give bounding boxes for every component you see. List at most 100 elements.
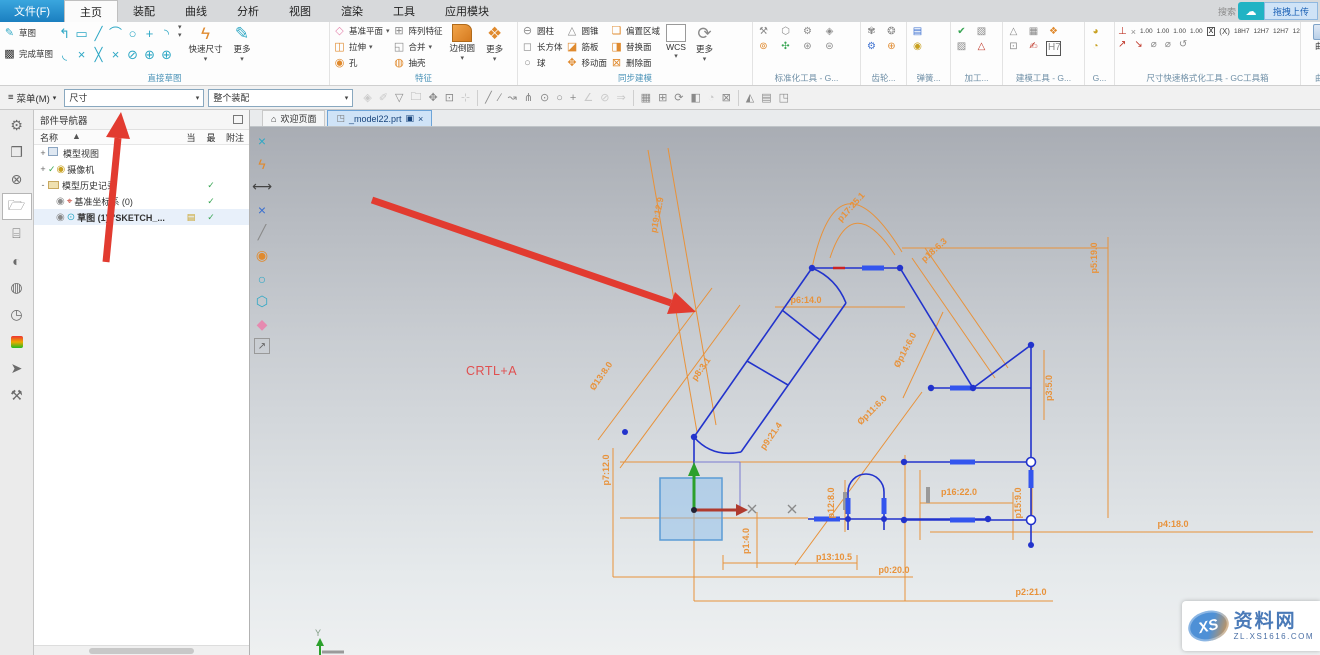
wcs-button[interactable]: WCS▾: [663, 23, 689, 61]
gear-tool-icon-4[interactable]: ⊕: [884, 41, 899, 56]
gc-token-px[interactable]: (X): [1219, 28, 1230, 35]
modeling-icon-3[interactable]: ❖: [1046, 26, 1061, 41]
unite-button[interactable]: ◱合并▾: [393, 39, 443, 54]
constraint-navigator-icon[interactable]: ⊗: [2, 166, 32, 193]
reuse-library-icon[interactable]: ⌸: [2, 220, 32, 247]
misc-icon-2[interactable]: ◔: [1088, 41, 1103, 56]
tab-analysis[interactable]: 分析: [222, 0, 274, 22]
eye-icon[interactable]: ◉: [56, 196, 65, 207]
window-icon[interactable]: ▦: [641, 91, 651, 104]
hole-button[interactable]: ◉孔: [333, 55, 390, 70]
column-current[interactable]: 当: [181, 131, 201, 144]
modeling-icon-4[interactable]: ⊡: [1006, 41, 1021, 56]
std-tool-icon-5[interactable]: ⊚: [756, 41, 771, 56]
web-browser-icon[interactable]: ◍: [2, 274, 32, 301]
snap-settings-icon[interactable]: 🗀: [410, 88, 421, 107]
snap-tangent-icon[interactable]: ∠: [583, 91, 593, 104]
extrude-button[interactable]: ◫拉伸▾: [333, 39, 390, 54]
group-label-spring[interactable]: 弹簧...: [910, 72, 947, 85]
spring-tool-icon-2[interactable]: ◉: [910, 41, 925, 56]
group-label-gc-toolbox[interactable]: 尺寸快速格式化工具 - GC工具箱: [1118, 72, 1297, 85]
cone-button[interactable]: △圆锥: [566, 23, 608, 38]
orient-view-icon[interactable]: ◭: [746, 91, 754, 104]
std-tool-icon-3[interactable]: ⚙: [800, 26, 815, 41]
point-icon[interactable]: +: [141, 23, 158, 44]
spring-tool-icon-1[interactable]: ▤: [910, 26, 925, 41]
machining-icon-1[interactable]: ✔: [954, 26, 969, 41]
eye-icon[interactable]: ◉: [56, 212, 65, 223]
snap-endpoint-icon[interactable]: ∕: [499, 92, 501, 104]
group-label-machining[interactable]: 加工...: [954, 72, 999, 85]
show-hide-icon[interactable]: ◳: [779, 91, 789, 104]
gc-token-h7c[interactable]: 12H7: [1273, 28, 1289, 35]
arc-icon[interactable]: ⌒: [107, 23, 124, 44]
roles-pointer-icon[interactable]: ➤: [2, 355, 32, 382]
machining-icon-4[interactable]: △: [974, 41, 989, 56]
history-icon[interactable]: ◷: [2, 301, 32, 328]
group-label-misc[interactable]: G...: [1088, 72, 1111, 85]
surface-button[interactable]: 曲面▾: [1309, 23, 1320, 61]
selection-scope-combo[interactable]: 整个装配▾: [208, 89, 353, 107]
wireframe-view-icon[interactable]: ◔: [708, 92, 715, 104]
gc-token-h7b[interactable]: 12H7: [1254, 28, 1270, 35]
sketch-canvas[interactable]: × ϟ ⟷ × ╱ ◉ ○ ⬡ ◆ ↗ CRTL+A XS 资料网 ZL.XS1…: [250, 127, 1320, 655]
group-label-feature[interactable]: 特征: [333, 72, 514, 85]
finish-sketch-button[interactable]: ▩完成草图: [3, 46, 53, 61]
snap-intersection-icon[interactable]: ⋔: [524, 91, 533, 104]
sketch-button[interactable]: ✎草图: [3, 25, 53, 40]
gc-delete-icon[interactable]: ×: [1131, 27, 1136, 37]
replace-face-button[interactable]: ◨替换面: [610, 39, 660, 54]
palette-expand-arrow[interactable]: ▾▾: [178, 23, 182, 39]
arc-tool-icon[interactable]: ◉: [252, 246, 272, 265]
tab-assemblies[interactable]: 装配: [118, 0, 170, 22]
datum-plane-button[interactable]: ◇基准平面▾: [333, 23, 390, 38]
navigator-hscrollbar[interactable]: [34, 645, 249, 655]
group-label-std-tools[interactable]: 标准化工具 - G...: [756, 72, 857, 85]
block-button[interactable]: ◻长方体: [521, 39, 563, 54]
tree-row-cameras[interactable]: + ✓ ◉ 摄像机: [34, 161, 249, 177]
offset-curve-icon[interactable]: ⊘: [124, 44, 141, 65]
gc-token-x[interactable]: X: [1207, 27, 1216, 36]
gear-tool-icon-1[interactable]: ✾: [864, 26, 879, 41]
mirror-curve-icon[interactable]: ⊕: [141, 44, 158, 65]
tab-tools[interactable]: 工具: [378, 0, 430, 22]
sync-more-button[interactable]: ⟳ 更多▾: [692, 23, 717, 64]
chamfer-icon[interactable]: ◟: [56, 44, 73, 65]
cylinder-button[interactable]: ⊖圆柱: [521, 23, 563, 38]
file-menu-button[interactable]: 文件(F): [0, 0, 64, 22]
edge-blend-button[interactable]: 边倒圆▾: [446, 23, 480, 63]
tab-render[interactable]: 渲染: [326, 0, 378, 22]
part-navigator-icon[interactable]: 🗁: [2, 193, 32, 220]
gc-token-4[interactable]: 1.00: [1190, 28, 1203, 35]
snap-spline-icon[interactable]: ↝: [508, 91, 517, 104]
fillet-icon[interactable]: ◝: [158, 23, 175, 44]
snap-node-icon[interactable]: ⇒: [616, 91, 625, 104]
group-label-sync[interactable]: 同步建模: [521, 72, 749, 85]
quick-dimension-icon[interactable]: ϟ: [252, 154, 272, 173]
lasso-icon[interactable]: ✐: [379, 91, 388, 104]
refresh-view-icon[interactable]: ⟳: [674, 91, 683, 104]
find-icon[interactable]: ⊡: [445, 91, 454, 104]
expander-icon[interactable]: +: [38, 148, 48, 158]
gc-dim-edit-icon[interactable]: ⊥: [1118, 26, 1127, 37]
roles-gear-icon[interactable]: ⚙: [2, 112, 32, 139]
gc-undo-icon[interactable]: ↺: [1179, 39, 1187, 50]
gear-tool-icon-3[interactable]: ⚙: [864, 41, 879, 56]
tab-home[interactable]: 主页: [64, 0, 118, 22]
pan-view-icon[interactable]: ⊠: [722, 91, 731, 104]
modeling-icon-2[interactable]: ▦: [1026, 26, 1041, 41]
sphere-button[interactable]: ○球: [521, 55, 563, 70]
offset-region-button[interactable]: ❏偏置区域: [610, 23, 660, 38]
expander-icon[interactable]: -: [38, 180, 48, 190]
column-name[interactable]: 名称: [40, 131, 58, 144]
column-note[interactable]: 附注: [221, 131, 249, 144]
shell-button[interactable]: ◍抽壳: [393, 55, 443, 70]
tree-row-sketch[interactable]: ◉ ⊙ 草图 (1) "SKETCH_... ▤✓: [34, 209, 249, 225]
fit-view-icon[interactable]: ⊞: [658, 91, 667, 104]
misc-icon-1[interactable]: ◕: [1088, 26, 1103, 41]
gc-token-2[interactable]: 1.00: [1157, 28, 1170, 35]
column-latest[interactable]: 最: [201, 131, 221, 144]
gc-token-12[interactable]: 12: [1293, 28, 1300, 35]
select-icon[interactable]: ◈: [363, 91, 371, 104]
line-icon[interactable]: ╱: [90, 23, 107, 44]
